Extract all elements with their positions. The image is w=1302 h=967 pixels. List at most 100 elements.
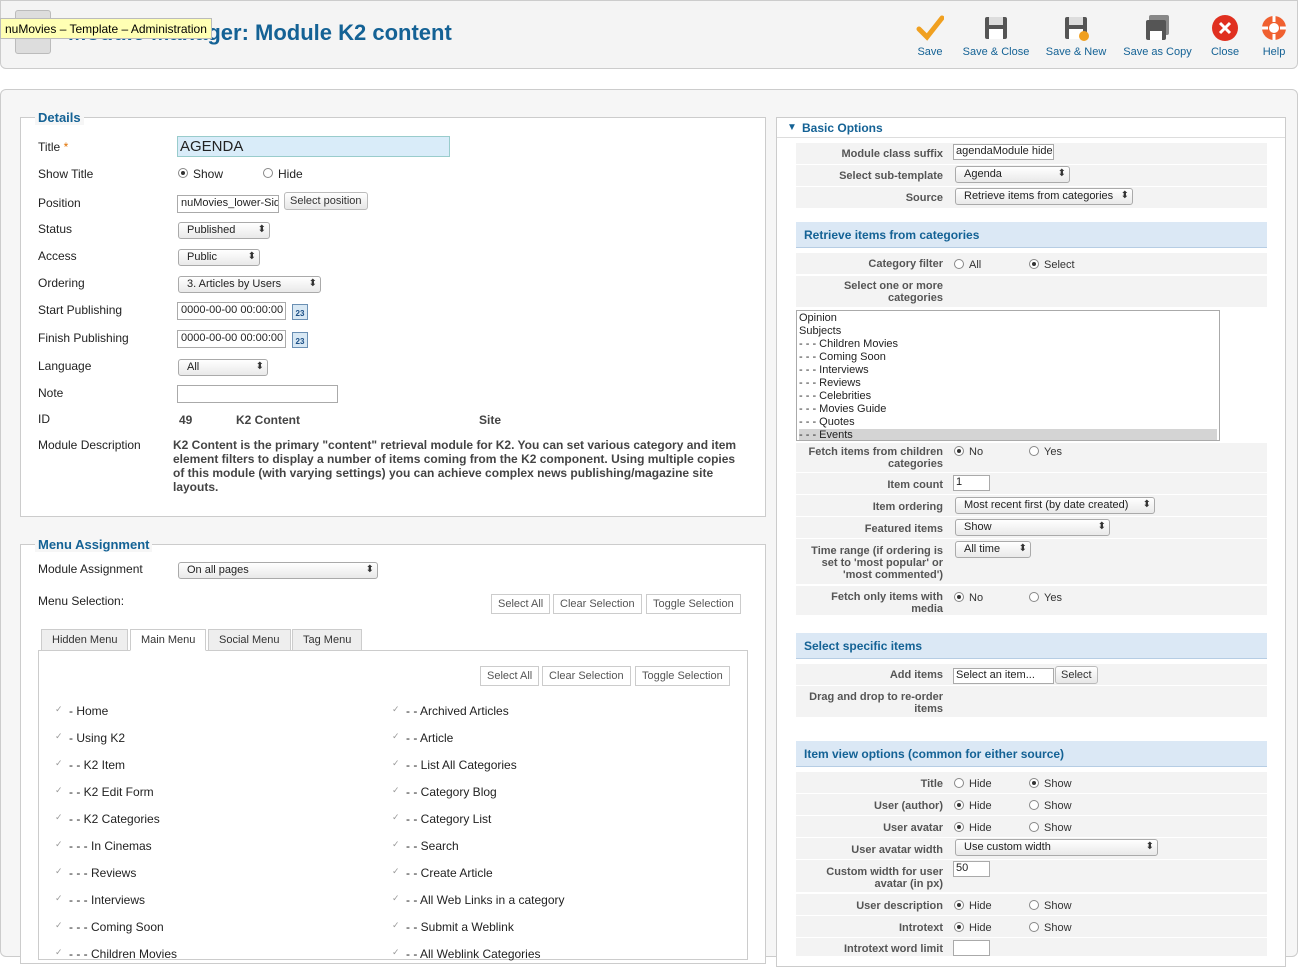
tab-social-menu[interactable]: Social Menu — [208, 629, 291, 651]
language-select[interactable]: All — [178, 359, 268, 376]
menu-item-checkbox[interactable]: ✓ — [392, 948, 401, 957]
menu-assignment-legend: Menu Assignment — [35, 537, 153, 552]
menu-item-label: - - Category Blog — [406, 785, 497, 799]
calendar-icon[interactable]: 23 — [292, 332, 308, 348]
collapse-icon[interactable]: ▼ — [787, 122, 797, 133]
fetch-children-yes-radio[interactable] — [1029, 446, 1039, 456]
custom-width-input[interactable]: 50 — [953, 861, 990, 877]
menu-item-checkbox[interactable]: ✓ — [55, 786, 64, 795]
close-button[interactable]: Close — [1207, 14, 1243, 58]
floppy-disk-copy-icon — [1145, 15, 1169, 40]
select-item-button[interactable]: Select — [1055, 666, 1098, 684]
calendar-icon[interactable]: 23 — [292, 304, 308, 320]
featured-select[interactable]: Show — [955, 519, 1110, 536]
menu-item-checkbox[interactable]: ✓ — [392, 867, 401, 876]
fetch-children-no-text: No — [969, 446, 984, 458]
menu-item-checkbox[interactable]: ✓ — [55, 705, 64, 714]
user-desc-hide-radio[interactable] — [954, 900, 964, 910]
category-option[interactable]: - - - Reviews — [799, 377, 1217, 390]
tab-clear-selection-button[interactable]: Clear Selection — [542, 666, 631, 686]
avatar-width-select[interactable]: Use custom width — [955, 839, 1158, 856]
menu-item-checkbox[interactable]: ✓ — [55, 894, 64, 903]
position-input[interactable]: nuMovies_lower-Sidebar — [177, 195, 279, 213]
user-avatar-show-radio[interactable] — [1029, 822, 1039, 832]
menu-item-label: - - K2 Categories — [69, 812, 160, 826]
menu-item-checkbox[interactable]: ✓ — [392, 705, 401, 714]
introtext-hide-radio[interactable] — [954, 922, 964, 932]
ordering-select[interactable]: 3. Articles by Users — [178, 276, 321, 293]
menu-item-checkbox[interactable]: ✓ — [55, 813, 64, 822]
menu-item-checkbox[interactable]: ✓ — [392, 732, 401, 741]
access-select[interactable]: Public — [178, 249, 260, 266]
source-select[interactable]: Retrieve items from categories — [955, 188, 1133, 205]
tab-main-menu[interactable]: Main Menu — [130, 629, 207, 651]
menu-item-checkbox[interactable]: ✓ — [392, 759, 401, 768]
title-hide-radio[interactable] — [954, 778, 964, 788]
menu-item-checkbox[interactable]: ✓ — [55, 759, 64, 768]
start-publishing-input[interactable]: 0000-00-00 00:00:00 — [177, 302, 286, 320]
select-all-button[interactable]: Select All — [491, 594, 551, 614]
category-option[interactable]: - - - Interviews — [799, 364, 1217, 377]
help-button[interactable]: Help — [1257, 14, 1291, 58]
fetch-media-no-radio[interactable] — [954, 592, 964, 602]
module-assignment-select[interactable]: On all pages — [178, 562, 378, 579]
save-as-copy-button[interactable]: Save as Copy — [1120, 14, 1195, 58]
menu-item-checkbox[interactable]: ✓ — [55, 732, 64, 741]
fetch-media-yes-radio[interactable] — [1029, 592, 1039, 602]
menu-item-checkbox[interactable]: ✓ — [55, 948, 64, 957]
tab-hidden-menu[interactable]: Hidden Menu — [41, 629, 129, 651]
tab-tag-menu[interactable]: Tag Menu — [292, 629, 363, 651]
introtext-limit-input[interactable] — [953, 940, 990, 956]
user-author-show-radio[interactable] — [1029, 800, 1039, 810]
status-select[interactable]: Published — [178, 222, 270, 239]
category-option[interactable]: - - - Movies Guide — [799, 403, 1217, 416]
category-filter-select-radio[interactable] — [1029, 259, 1039, 269]
menu-item-checkbox[interactable]: ✓ — [55, 921, 64, 930]
note-input[interactable] — [177, 385, 338, 403]
title-input[interactable]: AGENDA — [177, 136, 450, 157]
category-option[interactable]: Opinion — [799, 312, 1217, 325]
show-title-show-radio[interactable] — [178, 168, 188, 178]
class-suffix-input[interactable]: agendaModule hide — [953, 144, 1054, 160]
menu-item-checkbox[interactable]: ✓ — [392, 894, 401, 903]
fetch-media-yes-text: Yes — [1044, 592, 1062, 604]
category-option[interactable]: Subjects — [799, 325, 1217, 338]
subtemplate-select[interactable]: Agenda — [955, 166, 1070, 183]
title-show-radio[interactable] — [1029, 778, 1039, 788]
category-filter-all-radio[interactable] — [954, 259, 964, 269]
time-range-select[interactable]: All time — [955, 541, 1031, 558]
add-items-input[interactable]: Select an item... — [953, 668, 1054, 684]
finish-publishing-input[interactable]: 0000-00-00 00:00:00 — [177, 330, 286, 348]
user-desc-show-radio[interactable] — [1029, 900, 1039, 910]
category-option[interactable]: - - - Celebrities — [799, 390, 1217, 403]
item-count-input[interactable]: 1 — [953, 475, 990, 491]
menu-item-checkbox[interactable]: ✓ — [392, 813, 401, 822]
category-option[interactable]: - - - Events — [799, 429, 1217, 440]
category-listbox[interactable]: Opinion Subjects - - - Children Movies - - … — [796, 310, 1220, 441]
save-close-button[interactable]: Save & Close — [960, 14, 1032, 58]
save-button[interactable]: Save — [911, 14, 949, 58]
tab-select-all-button[interactable]: Select All — [480, 666, 540, 686]
select-position-button[interactable]: Select position — [284, 192, 368, 210]
save-new-button[interactable]: Save & New — [1042, 14, 1110, 58]
category-option[interactable]: - - - Children Movies — [799, 338, 1217, 351]
show-title-hide-radio[interactable] — [263, 168, 273, 178]
menu-item-checkbox[interactable]: ✓ — [392, 921, 401, 930]
category-option[interactable]: - - - Quotes — [799, 416, 1217, 429]
menu-item-label: - - - In Cinemas — [69, 839, 152, 853]
fetch-children-no-radio[interactable] — [954, 446, 964, 456]
item-view-section-header: Item view options (common for either sou… — [796, 741, 1267, 767]
menu-item-checkbox[interactable]: ✓ — [55, 840, 64, 849]
menu-item-checkbox[interactable]: ✓ — [392, 786, 401, 795]
menu-item-checkbox[interactable]: ✓ — [55, 867, 64, 876]
id-label: ID — [38, 412, 50, 426]
category-option[interactable]: - - - Coming Soon — [799, 351, 1217, 364]
introtext-show-radio[interactable] — [1029, 922, 1039, 932]
user-avatar-hide-radio[interactable] — [954, 822, 964, 832]
clear-selection-button[interactable]: Clear Selection — [553, 594, 642, 614]
toggle-selection-button[interactable]: Toggle Selection — [646, 594, 741, 614]
user-author-hide-radio[interactable] — [954, 800, 964, 810]
tab-toggle-selection-button[interactable]: Toggle Selection — [635, 666, 730, 686]
menu-item-checkbox[interactable]: ✓ — [392, 840, 401, 849]
item-ordering-select[interactable]: Most recent first (by date created) — [955, 497, 1155, 514]
